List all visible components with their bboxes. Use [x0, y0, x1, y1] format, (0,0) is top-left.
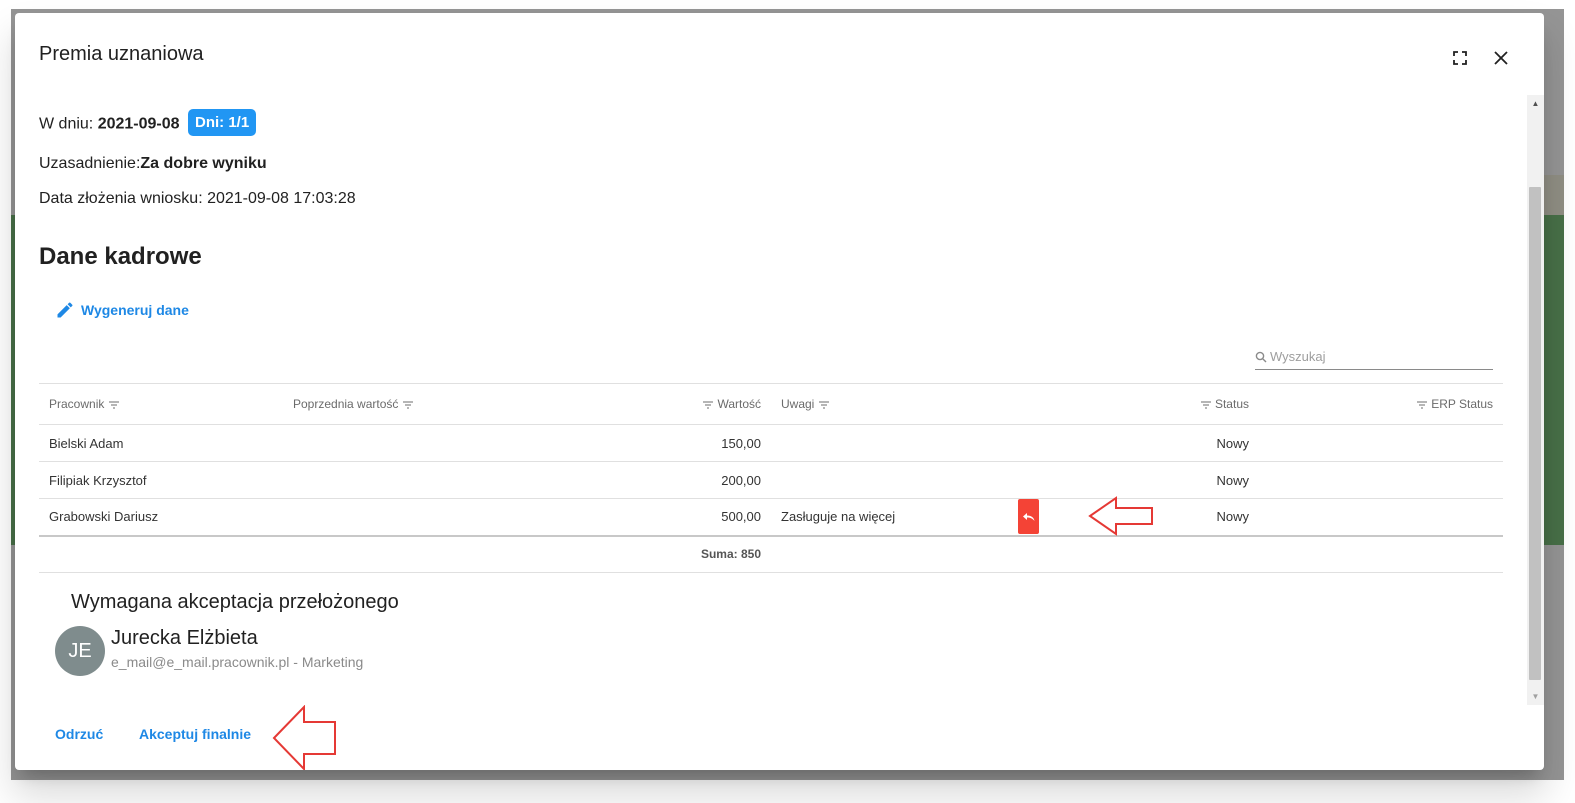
cell-previous	[283, 498, 527, 536]
cell-previous	[283, 424, 527, 462]
scrollbar-thumb[interactable]	[1529, 187, 1541, 680]
column-label: Pracownik	[49, 397, 105, 411]
avatar: JE	[55, 626, 105, 676]
close-button[interactable]	[1487, 44, 1515, 72]
filter-icon[interactable]	[818, 400, 830, 410]
approver-email-department: e_mail@e_mail.pracownik.pl - Marketing	[111, 654, 364, 670]
undo-icon	[1022, 512, 1034, 521]
column-header-erp-status[interactable]: ERP Status	[1259, 383, 1503, 425]
column-header-employee[interactable]: Pracownik	[39, 383, 283, 425]
column-label: Status	[1214, 397, 1249, 411]
cell-previous	[283, 461, 527, 499]
date-label: W dniu:	[39, 115, 94, 133]
cell-erp-status	[1259, 498, 1503, 536]
table-row[interactable]: Grabowski Dariusz 500,00 Zasługuje na wi…	[39, 498, 1503, 536]
submitted-date: Data złożenia wniosku: 2021-09-08 17:03:…	[39, 190, 356, 207]
cell-notes: Zasługuje na więcej	[771, 498, 1015, 536]
column-header-notes[interactable]: Uwagi	[771, 383, 1015, 425]
generate-data-button[interactable]: Wygeneruj dane	[55, 298, 189, 322]
approval-title: Wymagana akceptacja przełożonego	[71, 591, 399, 613]
sum-value: Suma: 850	[527, 534, 771, 573]
scroll-up-icon[interactable]: ▲	[1527, 95, 1544, 112]
cell-status: Nowy	[1015, 424, 1259, 462]
dialog-title: Premia uznaniowa	[39, 43, 204, 65]
column-label: Wartość	[717, 397, 761, 411]
cell-erp-status	[1259, 424, 1503, 462]
fullscreen-icon	[1453, 51, 1467, 65]
accept-final-button[interactable]: Akceptuj finalnie	[139, 726, 251, 742]
filter-icon[interactable]	[1200, 400, 1212, 410]
sum-spacer	[771, 534, 1015, 573]
pencil-icon	[57, 302, 73, 318]
cell-notes	[771, 424, 1015, 462]
table-row[interactable]: Bielski Adam 150,00 Nowy	[39, 424, 1503, 462]
sum-spacer	[283, 534, 527, 573]
days-badge: Dni: 1/1	[188, 109, 257, 136]
fullscreen-button[interactable]	[1447, 45, 1473, 71]
cell-status: Nowy	[1015, 461, 1259, 499]
search-box	[1255, 344, 1493, 370]
cell-value: 500,00	[527, 498, 771, 536]
table-row[interactable]: Filipiak Krzysztof 200,00 Nowy	[39, 461, 1503, 499]
approver-name: Jurecka Elżbieta	[111, 627, 258, 649]
filter-icon[interactable]	[702, 400, 714, 410]
bonus-dialog: Premia uznaniowa W dniu: 2021-09-08 Dni:…	[15, 13, 1544, 770]
date-line: W dniu: 2021-09-08 Dni: 1/1	[39, 109, 257, 138]
sum-row: Suma: 850	[39, 534, 1503, 573]
table-header-row: Pracownik Poprzednia wartość Wartość Uwa…	[39, 383, 1503, 425]
cell-value: 200,00	[527, 461, 771, 499]
reason-value: Za dobre wyniku	[140, 155, 267, 172]
undo-button[interactable]	[1018, 499, 1039, 534]
column-label: Uwagi	[781, 397, 815, 411]
reason-line: Uzasadnienie:Za dobre wyniku	[39, 155, 267, 173]
column-label: Poprzednia wartość	[293, 397, 399, 411]
reject-button[interactable]: Odrzuć	[55, 726, 103, 742]
annotation-arrow	[272, 705, 336, 770]
cell-employee: Filipiak Krzysztof	[39, 461, 283, 499]
search-icon	[1255, 351, 1267, 362]
sum-spacer	[1259, 534, 1503, 573]
filter-icon[interactable]	[402, 400, 414, 410]
column-header-value[interactable]: Wartość	[527, 383, 771, 425]
filter-icon[interactable]	[1416, 400, 1428, 410]
cell-employee: Bielski Adam	[39, 424, 283, 462]
employee-table: Pracownik Poprzednia wartość Wartość Uwa…	[39, 383, 1503, 573]
cell-notes	[771, 461, 1015, 499]
search-input[interactable]	[1270, 349, 1480, 364]
close-icon	[1494, 51, 1508, 65]
cell-erp-status	[1259, 461, 1503, 499]
section-title: Dane kadrowe	[39, 243, 202, 270]
scrollbar[interactable]: ▲ ▼	[1527, 95, 1544, 705]
filter-icon[interactable]	[108, 400, 120, 410]
generate-data-label: Wygeneruj dane	[81, 302, 189, 318]
date-value: 2021-09-08	[97, 115, 180, 133]
sum-spacer	[1015, 534, 1259, 573]
reason-label: Uzasadnienie:	[39, 155, 141, 172]
annotation-arrow	[1088, 496, 1153, 536]
cell-value: 150,00	[527, 424, 771, 462]
column-header-previous[interactable]: Poprzednia wartość	[283, 383, 527, 425]
cell-employee: Grabowski Dariusz	[39, 498, 283, 536]
scroll-down-icon[interactable]: ▼	[1527, 688, 1544, 705]
column-label: ERP Status	[1431, 397, 1493, 411]
sum-spacer	[39, 534, 283, 573]
column-header-status[interactable]: Status	[1015, 383, 1259, 425]
